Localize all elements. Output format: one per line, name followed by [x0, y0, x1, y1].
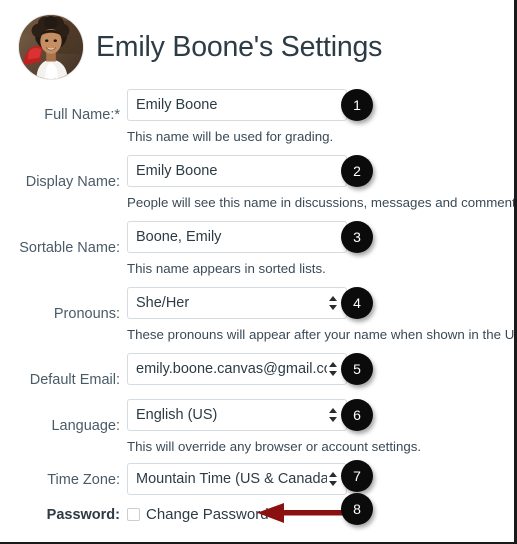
change-password-label: Change Password: [146, 506, 269, 523]
select-language[interactable]: English (US): [127, 399, 347, 431]
select-time-zone[interactable]: Mountain Time (US & Canada) (-: [127, 463, 347, 495]
input-sortable-name[interactable]: Boone, Emily: [127, 221, 347, 253]
label-password: Password:: [46, 507, 120, 523]
hint-sortable-name: This name appears in sorted lists.: [127, 261, 326, 276]
input-display-name-value: Emily Boone: [136, 163, 218, 179]
label-time-zone: Time Zone:: [47, 472, 120, 488]
hint-pronouns: These pronouns will appear after your na…: [127, 327, 517, 342]
label-default-email: Default Email:: [29, 372, 120, 388]
select-default-email[interactable]: emily.boone.canvas@gmail.com: [127, 353, 347, 385]
input-full-name[interactable]: Emily Boone: [127, 89, 347, 121]
label-sortable-name: Sortable Name:: [19, 240, 120, 256]
input-sortable-name-value: Boone, Emily: [136, 229, 222, 245]
input-display-name[interactable]: Emily Boone: [127, 155, 347, 187]
select-language-value: English (US): [136, 407, 218, 423]
chevron-updown-icon: [329, 407, 338, 423]
hint-display-name: People will see this name in discussions…: [127, 195, 517, 210]
label-language: Language:: [51, 418, 120, 434]
chevron-updown-icon: [329, 471, 338, 487]
badge-4: 4: [341, 287, 373, 319]
page-header: Emily Boone's Settings: [18, 14, 382, 80]
badge-6: 6: [341, 399, 373, 431]
hint-language: This will override any browser or accoun…: [127, 439, 422, 454]
select-pronouns[interactable]: She/Her: [127, 287, 347, 319]
select-time-zone-value: Mountain Time (US & Canada) (-: [136, 471, 327, 487]
chevron-updown-icon: [329, 361, 338, 377]
page-title: Emily Boone's Settings: [96, 30, 383, 63]
change-password-checkbox[interactable]: [127, 508, 140, 521]
avatar-image: [19, 15, 83, 79]
select-pronouns-value: She/Her: [136, 295, 190, 311]
badge-8: 8: [341, 493, 373, 525]
select-default-email-value: emily.boone.canvas@gmail.com: [136, 361, 327, 377]
label-full-name: Full Name:*: [44, 107, 120, 123]
badge-5: 5: [341, 353, 373, 385]
label-display-name: Display Name:: [25, 174, 120, 190]
hint-full-name: This name will be used for grading.: [127, 129, 334, 144]
chevron-updown-icon: [329, 295, 338, 311]
input-full-name-value: Emily Boone: [136, 97, 218, 113]
settings-page: Emily Boone's Settings Full Name:* Emily…: [0, 0, 517, 544]
badge-3: 3: [341, 221, 373, 253]
badge-7: 7: [341, 460, 373, 492]
badge-1: 1: [341, 89, 373, 121]
avatar[interactable]: [18, 14, 84, 80]
badge-2: 2: [341, 155, 373, 187]
change-password-control[interactable]: Change Password: [127, 506, 269, 523]
label-pronouns: Pronouns:: [53, 306, 120, 322]
